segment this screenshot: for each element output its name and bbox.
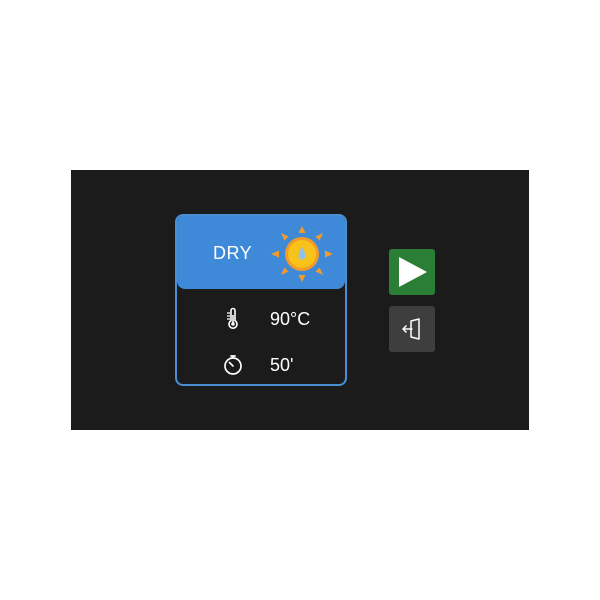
thermometer-icon (227, 307, 238, 329)
control-panel: DRY 90°C 50' (71, 170, 529, 430)
start-button[interactable] (389, 249, 435, 295)
door-open-icon (402, 318, 420, 340)
temperature-row: 90°C (177, 304, 345, 334)
door-open-button[interactable] (389, 306, 435, 352)
duration-value: 50' (270, 355, 294, 375)
program-header: DRY (177, 216, 345, 289)
program-name: DRY (213, 243, 253, 263)
play-icon (399, 257, 427, 287)
temperature-value: 90°C (270, 309, 311, 329)
timer-icon (224, 355, 242, 375)
program-card[interactable]: DRY 90°C 50' (175, 214, 347, 386)
sun-icon (271, 226, 333, 282)
duration-row: 50' (177, 350, 345, 380)
